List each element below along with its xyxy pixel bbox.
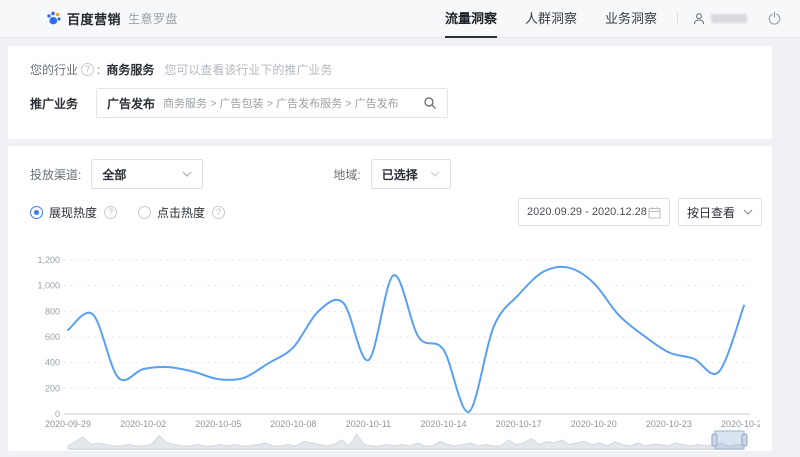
- chevron-down-icon: [743, 209, 753, 215]
- brand-logo[interactable]: 百度营销 生意罗盘: [45, 9, 178, 28]
- tab-business-insight[interactable]: 业务洞察: [605, 0, 657, 38]
- trend-chart: 0 200 400 600 800 1,000 1,200 2020-09-29 2020-10…: [30, 242, 760, 428]
- calendar-icon: [648, 206, 661, 219]
- industry-value: 商务服务: [106, 61, 154, 78]
- view-mode-select[interactable]: 按日查看: [678, 198, 762, 226]
- baidu-logo-icon: [45, 10, 62, 27]
- tab-audience-insight[interactable]: 人群洞察: [525, 0, 577, 38]
- tab-traffic-insight[interactable]: 流量洞察: [445, 0, 497, 38]
- svg-text:0: 0: [55, 409, 60, 419]
- radio-label: 点击热度: [157, 204, 205, 221]
- region-value: 已选择: [382, 166, 418, 183]
- radio-click-heat[interactable]: 点击热度 ?: [138, 204, 228, 221]
- radio-impression-heat[interactable]: 展现热度 ?: [30, 204, 120, 221]
- view-mode-value: 按日查看: [687, 204, 743, 221]
- svg-text:600: 600: [45, 332, 60, 342]
- logout-icon[interactable]: [767, 11, 782, 26]
- chevron-down-icon: [430, 171, 440, 177]
- date-controls: 2020.09.29 - 2020.12.28 按日查看: [518, 198, 762, 226]
- svg-text:400: 400: [45, 358, 60, 368]
- help-icon[interactable]: ?: [212, 206, 225, 219]
- svg-text:1,200: 1,200: [37, 255, 60, 265]
- svg-text:1,000: 1,000: [37, 281, 60, 291]
- svg-text:2020-10-20: 2020-10-20: [571, 419, 617, 428]
- svg-text:800: 800: [45, 306, 60, 316]
- svg-text:200: 200: [45, 383, 60, 393]
- svg-text:2020-10-02: 2020-10-02: [120, 419, 166, 428]
- business-row: 推广业务 广告发布 商务服务 > 广告包装 > 广告发布服务 > 广告发布: [30, 88, 448, 118]
- industry-card: 您的行业 ? : 商务服务 您可以查看该行业下的推广业务 推广业务 广告发布 商…: [8, 46, 772, 139]
- filter-row: 投放渠道: 全部 地域: 已选择: [30, 159, 451, 189]
- brand-name: 百度营销: [67, 9, 121, 28]
- date-range-input[interactable]: 2020.09.29 - 2020.12.28: [518, 198, 670, 226]
- radio-label: 展现热度: [49, 204, 97, 221]
- industry-row: 您的行业 ? : 商务服务 您可以查看该行业下的推广业务: [30, 61, 332, 78]
- user-account[interactable]: [692, 12, 747, 26]
- brand-subtitle: 生意罗盘: [128, 10, 178, 27]
- svg-text:2020-10-26: 2020-10-26: [721, 419, 760, 428]
- radio-unselected-icon: [138, 206, 151, 219]
- help-icon[interactable]: ?: [104, 206, 117, 219]
- help-icon[interactable]: ?: [81, 63, 94, 76]
- trend-card: 投放渠道: 全部 地域: 已选择 展现热度 ? 点击热度 ? 20: [8, 146, 772, 451]
- top-header: 百度营销 生意罗盘 流量洞察 人群洞察 业务洞察: [0, 0, 800, 38]
- svg-text:2020-10-08: 2020-10-08: [270, 419, 316, 428]
- business-label: 推广业务: [30, 95, 96, 112]
- business-search-box[interactable]: 广告发布 商务服务 > 广告包装 > 广告发布服务 > 广告发布: [96, 88, 448, 118]
- region-select[interactable]: 已选择: [371, 159, 451, 189]
- data-zoom-slider[interactable]: [30, 430, 760, 450]
- business-breadcrumb: 商务服务 > 广告包装 > 广告发布服务 > 广告发布: [163, 95, 415, 111]
- svg-text:2020-10-23: 2020-10-23: [646, 419, 692, 428]
- channel-value: 全部: [102, 166, 126, 183]
- user-name-redacted: [711, 14, 747, 23]
- tab-label: 人群洞察: [525, 11, 577, 26]
- tab-label: 流量洞察: [445, 11, 497, 26]
- active-tab-underline: [445, 36, 497, 38]
- person-icon: [692, 12, 706, 26]
- header-divider: [677, 12, 678, 25]
- tab-label: 业务洞察: [605, 11, 657, 26]
- search-icon[interactable]: [423, 96, 437, 110]
- date-range-value: 2020.09.29 - 2020.12.28: [527, 206, 648, 218]
- metric-row: 展现热度 ? 点击热度 ? 2020.09.29 - 2020.12.28 按日…: [30, 198, 762, 226]
- channel-select[interactable]: 全部: [91, 159, 203, 189]
- svg-text:2020-10-14: 2020-10-14: [421, 419, 467, 428]
- region-label: 地域:: [333, 166, 360, 183]
- svg-text:2020-10-11: 2020-10-11: [346, 419, 391, 428]
- radio-selected-icon: [30, 206, 43, 219]
- industry-colon: :: [97, 63, 100, 77]
- svg-text:2020-10-05: 2020-10-05: [195, 419, 241, 428]
- industry-label: 您的行业: [30, 61, 78, 78]
- channel-label: 投放渠道:: [30, 166, 81, 183]
- business-value: 广告发布: [107, 95, 155, 112]
- chevron-down-icon: [182, 171, 192, 177]
- svg-text:2020-10-17: 2020-10-17: [496, 419, 542, 428]
- main-nav: 流量洞察 人群洞察 业务洞察: [445, 0, 657, 38]
- svg-text:2020-09-29: 2020-09-29: [45, 419, 91, 428]
- industry-hint: 您可以查看该行业下的推广业务: [164, 61, 332, 78]
